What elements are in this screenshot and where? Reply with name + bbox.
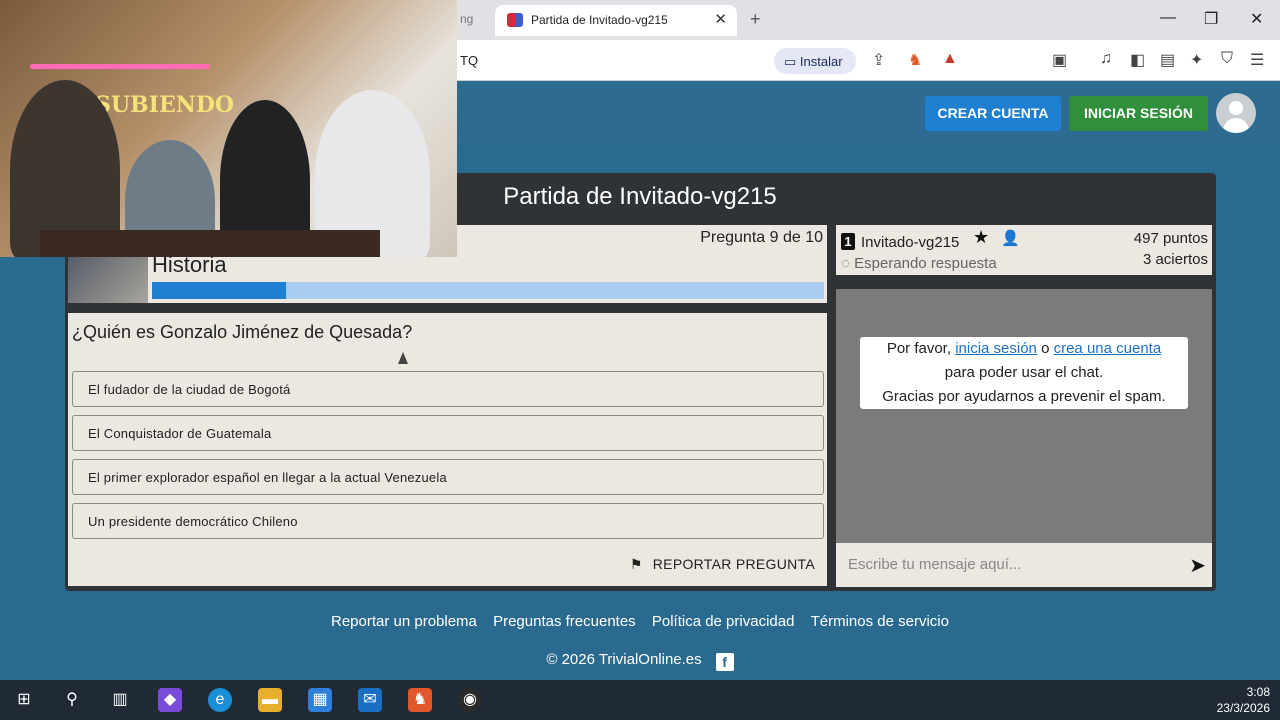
create-account-button[interactable]: CREAR CUENTA (925, 96, 1061, 131)
store-icon[interactable]: ▦ (308, 688, 332, 712)
facebook-icon[interactable]: f (715, 653, 734, 671)
player-status: ◌ Esperando respuesta (841, 255, 997, 272)
progress-fill (152, 282, 287, 299)
neon-light (30, 64, 210, 69)
url-field[interactable]: TQ (460, 53, 478, 68)
tab-title: Partida de Invitado-vg215 (531, 13, 668, 27)
chat-input[interactable]: Escribe tu mensaje aquí... ➤ (836, 543, 1212, 587)
brave-icon[interactable]: ♞ (408, 688, 432, 712)
edge-icon[interactable]: e (208, 688, 232, 712)
task-view-icon[interactable]: ▥ (108, 688, 132, 712)
tab-close-icon[interactable]: ✕ (714, 10, 727, 28)
player-hits: 3 aciertos (1142, 251, 1208, 268)
progress-bar (152, 282, 824, 299)
player-name: Invitado-vg215 (861, 234, 960, 251)
vpn-icon[interactable]: ⛉ (1221, 50, 1233, 68)
login-link[interactable]: inicia sesión (955, 340, 1037, 357)
player-points: 497 puntos (1133, 230, 1208, 247)
copilot-icon[interactable]: ◆ (158, 688, 182, 712)
start-icon[interactable]: ⊞ (12, 688, 36, 712)
install-label: Instalar (799, 54, 843, 69)
share-icon[interactable]: ⇪ (872, 50, 885, 70)
webcam-overlay: SUBIENDO (0, 0, 457, 257)
player-card: 1 Invitado-vg215 ★ 👤 ◌ Esperando respues… (836, 225, 1212, 275)
restore-button[interactable]: ❐ (1204, 9, 1218, 29)
media-icon[interactable]: ♫ (1100, 50, 1112, 68)
footer-copyright: © 2026 TrivialOnline.es f (0, 651, 1280, 671)
table (40, 230, 380, 257)
star-icon: ★ (973, 227, 990, 247)
brave-shields-icon[interactable]: ♞ (908, 50, 922, 70)
report-question-button[interactable]: ⚑ REPORTAR PREGUNTA (630, 556, 815, 573)
question-body: ¿Quién es Gonzalo Jiménez de Quesada? El… (68, 313, 827, 586)
file-explorer-icon[interactable]: ▬ (258, 688, 282, 712)
chat-login-notice: Por favor, inicia sesión o crea una cuen… (860, 337, 1188, 409)
tab-favicon-icon (507, 13, 523, 27)
active-tab[interactable]: Partida de Invitado-vg215 ✕ (495, 5, 737, 36)
brave-rewards-icon[interactable]: ▲ (942, 50, 958, 68)
send-icon[interactable]: ➤ (1189, 553, 1206, 578)
search-icon[interactable]: ⚲ (60, 688, 84, 712)
footer-link-report[interactable]: Reportar un problema (331, 613, 477, 630)
install-button[interactable]: ▭ Instalar (774, 48, 856, 74)
person-icon: 👤 (1001, 230, 1020, 247)
menu-icon[interactable]: ☰ (1250, 50, 1264, 70)
category-image (68, 255, 148, 303)
taskbar: ⊞ ⚲ ▥ ◆ e ▬ ▦ ✉ ♞ ◉ 3:08 23/3/2026 (0, 680, 1280, 720)
answer-option[interactable]: El Conquistador de Guatemala (72, 415, 824, 451)
footer-link-faq[interactable]: Preguntas frecuentes (493, 613, 636, 630)
answer-option[interactable]: Un presidente democrático Chileno (72, 503, 824, 539)
minimize-button[interactable]: — (1160, 9, 1176, 27)
sidebar-icon[interactable]: ◧ (1130, 50, 1145, 70)
answer-option[interactable]: El primer explorador español en llegar a… (72, 459, 824, 495)
report-label: REPORTAR PREGUNTA (652, 556, 815, 572)
system-clock[interactable]: 3:08 23/3/2026 (1217, 684, 1270, 716)
install-icon: ▭ (784, 54, 800, 69)
question-counter: Pregunta 9 de 10 (700, 229, 823, 246)
outlook-icon[interactable]: ✉ (358, 688, 382, 712)
user-avatar-icon[interactable] (1216, 93, 1256, 133)
leo-ai-icon[interactable]: ✦ (1190, 50, 1203, 70)
footer-links: Reportar un problema Preguntas frecuente… (0, 613, 1280, 630)
wall-sign: SUBIENDO (95, 92, 235, 118)
reader-mode-icon[interactable]: ▣ (1052, 50, 1067, 70)
new-tab-button[interactable]: + (750, 9, 761, 30)
rank-badge: 1 (841, 233, 855, 250)
chat-panel: Por favor, inicia sesión o crea una cuen… (836, 289, 1212, 543)
footer-link-terms[interactable]: Términos de servicio (811, 613, 949, 630)
close-window-button[interactable]: ✕ (1250, 9, 1263, 29)
obs-icon[interactable]: ◉ (458, 688, 482, 712)
mouse-cursor (398, 352, 408, 364)
create-account-link[interactable]: crea una cuenta (1054, 340, 1162, 357)
login-button[interactable]: INICIAR SESIÓN (1069, 96, 1208, 131)
question-text: ¿Quién es Gonzalo Jiménez de Quesada? (72, 322, 413, 342)
flag-icon: ⚑ (629, 556, 643, 572)
chat-placeholder: Escribe tu mensaje aquí... (848, 556, 1022, 573)
previous-tab[interactable]: ng (460, 12, 473, 26)
answer-option[interactable]: El fudador de la ciudad de Bogotá (72, 371, 824, 407)
footer-link-privacy[interactable]: Política de privacidad (652, 613, 795, 630)
wallet-icon[interactable]: ▤ (1160, 50, 1175, 70)
